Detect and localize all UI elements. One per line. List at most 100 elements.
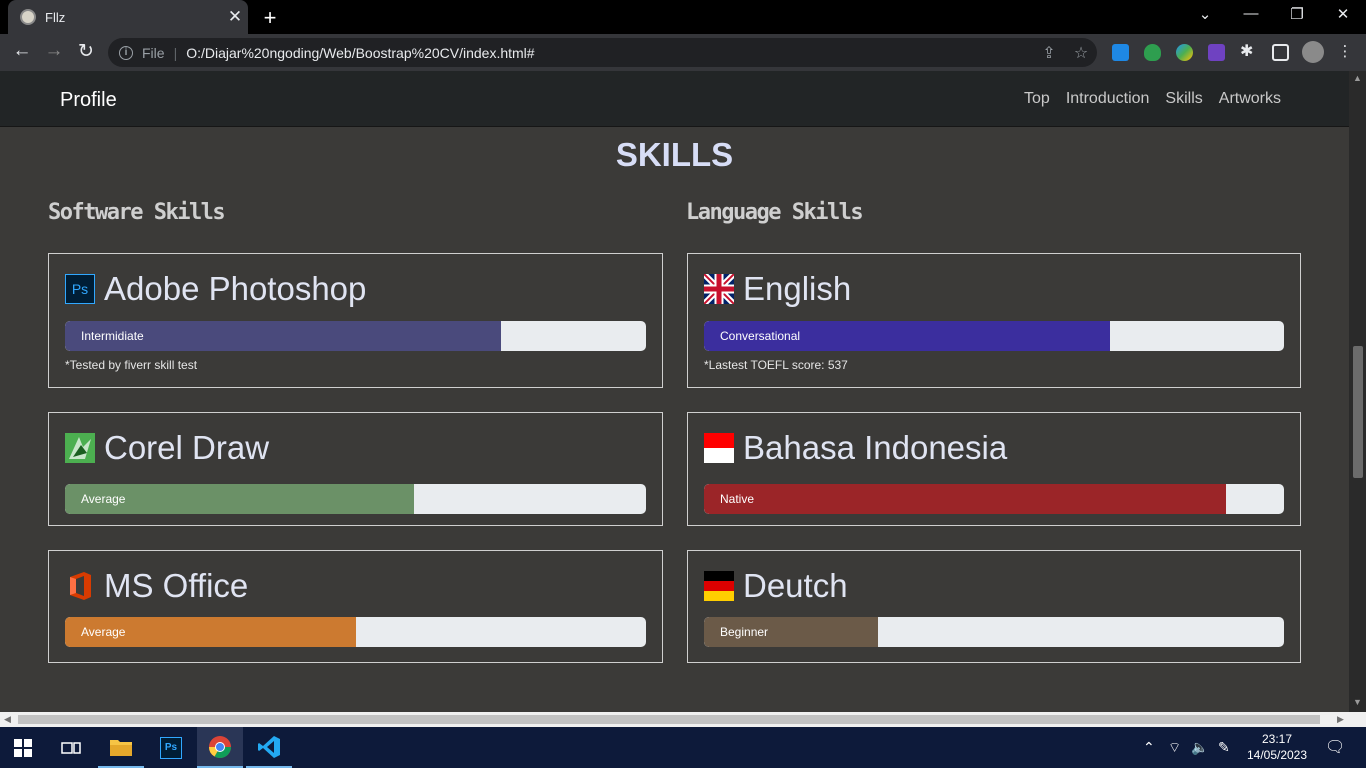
progress-bar: Conversational <box>704 321 1284 351</box>
progress-label: Intermidiate <box>81 329 144 343</box>
tab-close-icon[interactable]: ✕ <box>222 7 248 27</box>
progress-fill: Conversational <box>704 321 1110 351</box>
skill-card-bahasa-indonesia: Bahasa Indonesia Native <box>687 412 1301 526</box>
progress-bar: Native <box>704 484 1284 514</box>
address-bar[interactable]: i File | O:/Diajar%20ngoding/Web/Boostra… <box>108 38 1097 67</box>
extension-bootstrap-icon[interactable] <box>1208 44 1225 61</box>
navbar-links: Top Introduction Skills Artworks <box>1024 90 1281 108</box>
progress-label: Native <box>720 492 755 506</box>
scroll-right-icon[interactable]: ▶ <box>1337 714 1344 725</box>
progress-fill: Native <box>704 484 1226 514</box>
germany-flag-icon <box>704 571 734 601</box>
url-scheme-label: File <box>142 44 165 61</box>
star-icon[interactable]: ☆ <box>1065 43 1097 63</box>
nav-link-introduction[interactable]: Introduction <box>1066 90 1150 108</box>
file-explorer-icon[interactable] <box>98 727 144 768</box>
windows-taskbar: Ps ⌃ ⌔ 🔈 ✎ 23:17 14/05/2023 🗨 <box>0 727 1366 768</box>
show-hidden-icons-icon[interactable]: ⌃ <box>1143 739 1155 756</box>
reload-icon[interactable]: ↻ <box>74 40 98 63</box>
skill-name: MS Office <box>104 567 249 604</box>
progress-fill: Intermidiate <box>65 321 501 351</box>
skill-card-photoshop: Ps Adobe Photoshop Intermidiate *Tested … <box>48 253 663 388</box>
scroll-down-icon[interactable]: ▼ <box>1353 697 1362 707</box>
skill-name: Deutch <box>743 567 848 604</box>
notification-icon[interactable]: 🗨 <box>1325 737 1345 757</box>
scrollbar-thumb[interactable] <box>1353 346 1363 478</box>
navbar-brand[interactable]: Profile <box>60 89 117 112</box>
progress-bar: Intermidiate <box>65 321 646 351</box>
skill-name: Adobe Photoshop <box>104 270 367 307</box>
new-tab-button[interactable]: + <box>259 5 281 31</box>
uk-flag-icon <box>704 274 734 304</box>
clock-date: 14/05/2023 <box>1246 748 1308 762</box>
chrome-app-icon[interactable] <box>197 727 243 768</box>
minimize-icon[interactable]: — <box>1239 5 1263 22</box>
task-view-icon[interactable] <box>48 727 94 768</box>
url-separator: | <box>173 44 178 61</box>
clock-time: 23:17 <box>1261 732 1293 746</box>
horizontal-scrollbar[interactable]: ◀ ▶ <box>0 712 1366 727</box>
side-panel-icon[interactable] <box>1272 44 1289 61</box>
scrollbar-thumb[interactable] <box>18 715 1320 724</box>
nav-link-artworks[interactable]: Artworks <box>1219 90 1281 108</box>
progress-bar: Beginner <box>704 617 1284 647</box>
profile-icon[interactable] <box>1302 41 1324 63</box>
system-clock[interactable]: 23:17 14/05/2023 <box>1236 731 1318 763</box>
software-skills-title: Software Skills <box>48 200 226 225</box>
photoshop-app-icon[interactable]: Ps <box>148 727 194 768</box>
progress-fill: Beginner <box>704 617 878 647</box>
volume-icon[interactable]: 🔈 <box>1191 739 1208 756</box>
tab-search-icon[interactable]: ⌄ <box>1193 5 1217 23</box>
vertical-scrollbar[interactable]: ▲ ▼ <box>1349 71 1366 712</box>
indonesia-flag-icon <box>704 433 734 463</box>
extensions-icon[interactable]: ✱ <box>1240 41 1257 60</box>
share-icon[interactable]: ⇪ <box>1033 43 1065 63</box>
extension-color-icon[interactable] <box>1176 44 1193 61</box>
skill-name: English <box>743 270 852 307</box>
progress-bar: Average <box>65 484 646 514</box>
nav-link-top[interactable]: Top <box>1024 90 1050 108</box>
skill-name: Bahasa Indonesia <box>743 429 1008 466</box>
vscode-app-icon[interactable] <box>246 727 292 768</box>
progress-label: Beginner <box>720 625 769 639</box>
skill-card-english: English Conversational *Lastest TOEFL sc… <box>687 253 1301 388</box>
scroll-up-icon[interactable]: ▲ <box>1353 73 1362 83</box>
msoffice-icon <box>65 571 95 601</box>
progress-label: Average <box>81 492 126 506</box>
network-icon[interactable]: ⌔ <box>1168 739 1181 757</box>
nav-link-skills[interactable]: Skills <box>1165 90 1202 108</box>
url-text[interactable]: O:/Diajar%20ngoding/Web/Boostrap%20CV/in… <box>186 45 1033 61</box>
photoshop-icon: Ps <box>65 274 95 304</box>
browser-tab[interactable]: Fllz ✕ <box>8 0 248 34</box>
progress-bar: Average <box>65 617 646 647</box>
skills-section: SKILLS Software Skills Language Skills P… <box>0 128 1349 712</box>
skill-note: *Tested by fiverr skill test <box>65 358 198 372</box>
section-title: SKILLS <box>615 136 734 173</box>
coreldraw-icon <box>65 433 95 463</box>
skill-note: *Lastest TOEFL score: 537 <box>704 358 848 372</box>
site-navbar: Profile Top Introduction Skills Artworks <box>0 71 1349 127</box>
browser-toolbar: ← → ↻ i File | O:/Diajar%20ngoding/Web/B… <box>0 34 1366 71</box>
back-icon[interactable]: ← <box>10 40 34 62</box>
progress-label: Conversational <box>720 329 801 343</box>
browser-tab-bar: Fllz ✕ + ⌄ — ❐ ✕ <box>0 0 1366 34</box>
progress-fill: Average <box>65 617 356 647</box>
forward-icon[interactable]: → <box>42 40 66 62</box>
skill-card-coreldraw: Corel Draw Average <box>48 412 663 526</box>
skill-name: Corel Draw <box>104 429 270 466</box>
tab-title: Fllz <box>45 9 66 25</box>
extension-shield-icon[interactable] <box>1144 44 1161 61</box>
progress-label: Average <box>81 625 126 639</box>
info-icon[interactable]: i <box>119 45 133 60</box>
favicon-icon <box>20 9 36 25</box>
skill-card-deutch: Deutch Beginner <box>687 550 1301 663</box>
skill-card-msoffice: MS Office Average <box>48 550 663 663</box>
restore-icon[interactable]: ❐ <box>1285 5 1309 23</box>
progress-fill: Average <box>65 484 414 514</box>
menu-icon[interactable]: ⋮ <box>1333 42 1357 60</box>
extension-s-icon[interactable] <box>1112 44 1129 61</box>
windows-start-icon[interactable] <box>0 727 46 768</box>
scroll-left-icon[interactable]: ◀ <box>4 714 11 725</box>
pen-icon[interactable]: ✎ <box>1218 739 1230 756</box>
close-window-icon[interactable]: ✕ <box>1331 5 1355 23</box>
